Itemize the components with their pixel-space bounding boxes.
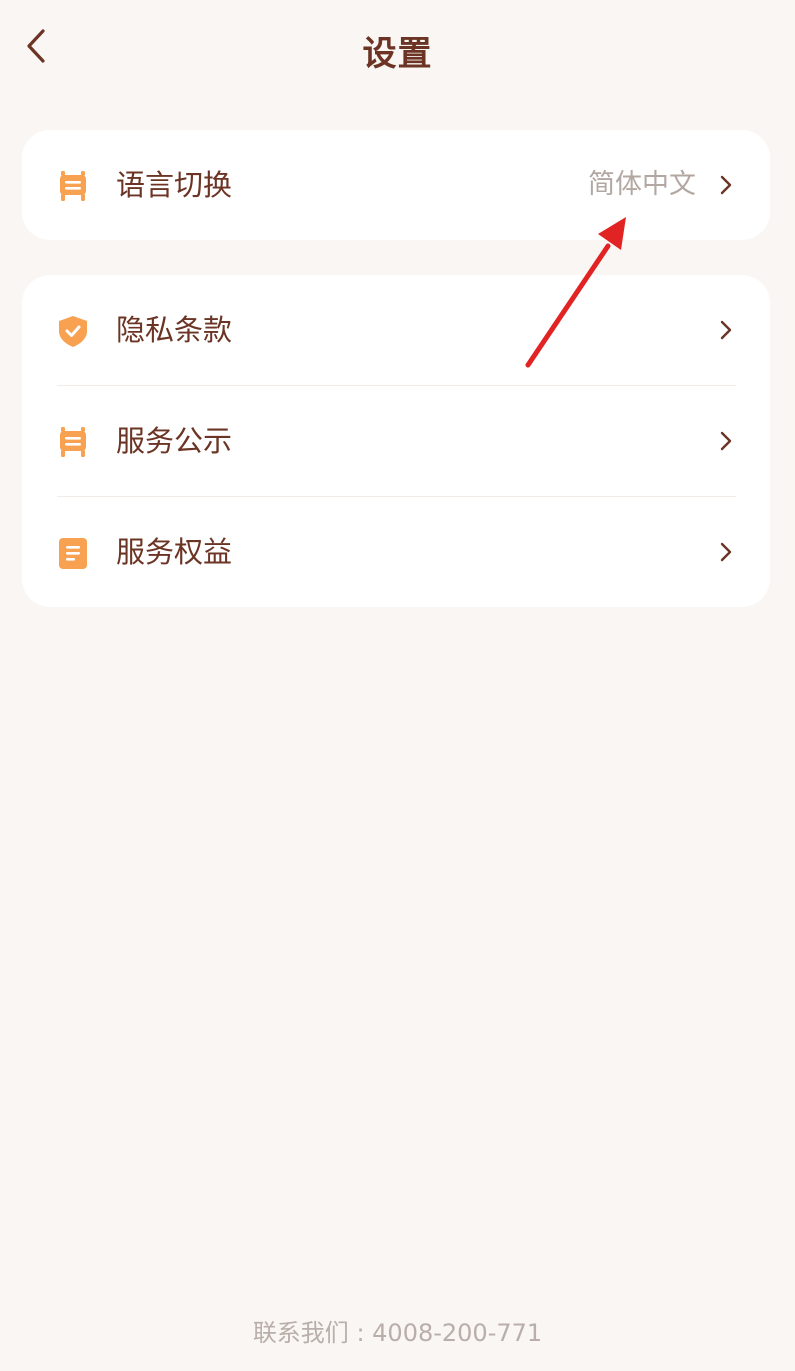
page-title: 设置 xyxy=(362,34,433,74)
privacy-terms-label: 隐私条款 xyxy=(116,313,233,347)
chevron-right-icon xyxy=(720,542,732,562)
contact-us-text: 联系我们 : 4008-200-771 xyxy=(252,1319,543,1347)
shield-check-icon xyxy=(56,314,90,348)
chevron-right-icon xyxy=(720,320,732,340)
language-switch-row[interactable]: 语言切换 简体中文 xyxy=(22,130,770,240)
current-language-value: 简体中文 xyxy=(588,169,696,200)
notice-board-icon xyxy=(56,169,90,203)
privacy-terms-row[interactable]: 隐私条款 xyxy=(22,275,770,385)
language-switch-label: 语言切换 xyxy=(116,168,233,202)
notice-board-icon xyxy=(56,425,90,459)
service-notice-label: 服务公示 xyxy=(116,424,233,458)
service-notice-row[interactable]: 服务公示 xyxy=(22,386,770,496)
chevron-right-icon xyxy=(720,175,732,195)
language-card: 语言切换 简体中文 xyxy=(22,130,770,240)
service-rights-label: 服务权益 xyxy=(116,535,233,569)
settings-list-card: 隐私条款 服务公示 服务权益 xyxy=(22,275,770,607)
header-bar: 设置 xyxy=(0,0,795,96)
service-rights-row[interactable]: 服务权益 xyxy=(22,497,770,607)
document-icon xyxy=(56,536,90,570)
chevron-right-icon xyxy=(720,431,732,451)
